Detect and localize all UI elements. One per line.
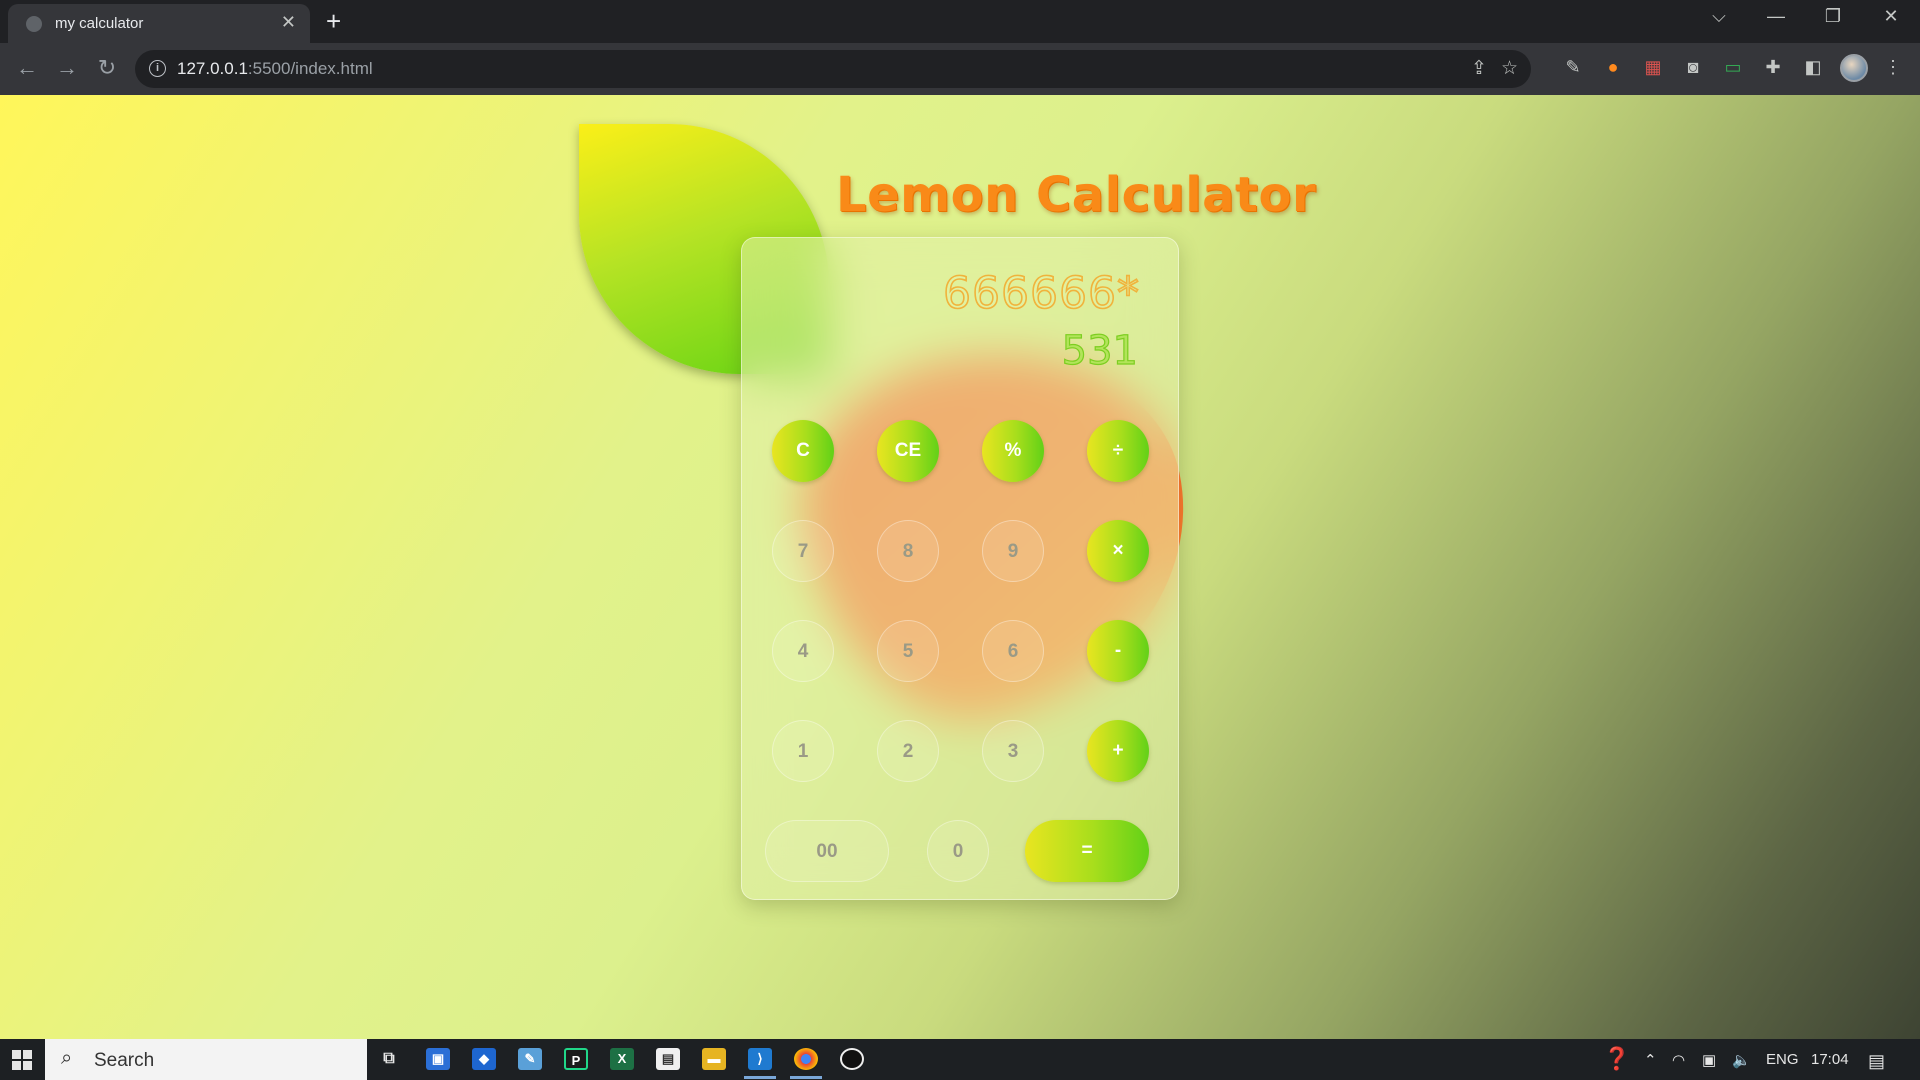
vscode-icon[interactable]: ⟩ [748, 1048, 772, 1070]
digit-5-button[interactable]: 5 [877, 620, 939, 682]
reload-button[interactable]: ↻ [93, 55, 121, 81]
menu-kebab-icon[interactable]: ⋮ [1881, 55, 1905, 79]
tab-strip: my calculator ✕ + ⌵ — ❐ ✕ [0, 0, 1920, 43]
url-host: 127.0.0.1 [177, 59, 248, 78]
search-icon: ⌕ [61, 1047, 73, 1069]
clear-button[interactable]: C [772, 420, 834, 482]
browser-toolbar: ← → ↻ i 127.0.0.1:5500/index.html ⇪ ☆ ✎ … [0, 43, 1920, 95]
language-indicator[interactable]: ENG [1766, 1051, 1799, 1068]
site-info-icon[interactable]: i [149, 60, 166, 77]
camera-extension-icon[interactable]: ◙ [1681, 55, 1705, 79]
new-tab-button[interactable]: + [326, 6, 341, 37]
chrome-icon[interactable] [794, 1048, 818, 1070]
task-view-icon[interactable]: ⧉ [377, 1048, 401, 1070]
multiply-button[interactable]: × [1087, 520, 1149, 582]
digit-1-button[interactable]: 1 [772, 720, 834, 782]
clear-entry-button[interactable]: CE [877, 420, 939, 482]
notepad-icon[interactable]: ▤ [656, 1048, 680, 1070]
digit-0-button[interactable]: 0 [927, 820, 989, 882]
double-zero-button[interactable]: 00 [765, 820, 889, 882]
divide-button[interactable]: ÷ [1087, 420, 1149, 482]
eyedropper-extension-icon[interactable]: ✎ [1561, 55, 1585, 79]
close-tab-icon[interactable]: ✕ [281, 12, 296, 33]
bookmark-star-icon[interactable]: ☆ [1501, 57, 1518, 80]
taskbar-search-box[interactable]: ⌕ Search [45, 1039, 367, 1080]
side-panel-icon[interactable]: ◧ [1801, 55, 1825, 79]
excel-icon[interactable]: X [610, 1048, 634, 1070]
windows-start-icon[interactable] [12, 1050, 32, 1070]
notifications-icon[interactable]: ▤ [1868, 1051, 1885, 1072]
digit-8-button[interactable]: 8 [877, 520, 939, 582]
share-icon[interactable]: ⇪ [1471, 57, 1487, 80]
digit-4-button[interactable]: 4 [772, 620, 834, 682]
extensions-puzzle-icon[interactable]: ✚ [1761, 55, 1785, 79]
network-icon[interactable]: ◠ [1672, 1051, 1685, 1069]
vscode-active-indicator [744, 1076, 776, 1079]
digit-9-button[interactable]: 9 [982, 520, 1044, 582]
browser-tab[interactable]: my calculator ✕ [8, 4, 310, 43]
volume-icon[interactable]: 🔈 [1732, 1051, 1751, 1069]
result-display: 531 [1061, 327, 1139, 374]
taskbar-search-placeholder: Search [94, 1050, 155, 1071]
dropbox-icon[interactable]: ◆ [472, 1048, 496, 1070]
subtract-button[interactable]: - [1087, 620, 1149, 682]
back-button[interactable]: ← [13, 55, 41, 81]
meet-now-icon[interactable]: ▣ [1702, 1051, 1716, 1069]
calendar-extension-icon[interactable]: ▦ [1641, 55, 1665, 79]
url-text[interactable]: 127.0.0.1:5500/index.html [177, 59, 373, 79]
profile-avatar[interactable] [1840, 54, 1868, 82]
clock-time[interactable]: 17:04 [1811, 1051, 1849, 1068]
obs-icon[interactable] [840, 1048, 864, 1070]
close-window-button[interactable]: ✕ [1871, 6, 1911, 27]
page-title: Lemon Calculator [836, 167, 1317, 223]
restore-button[interactable]: ❐ [1813, 6, 1853, 27]
chrome-active-indicator [790, 1076, 822, 1079]
pycharm-icon[interactable]: P [564, 1048, 588, 1070]
calculator-panel: 666666* 531 C CE % ÷ 7 8 9 × 4 5 6 - 1 2… [741, 237, 1179, 900]
page-viewport: Lemon Calculator 666666* 531 C CE % ÷ 7 … [0, 95, 1920, 1039]
equals-button[interactable]: = [1025, 820, 1149, 882]
url-path: :5500/index.html [247, 59, 373, 78]
add-button[interactable]: + [1087, 720, 1149, 782]
microsoft-store-icon[interactable]: ▣ [426, 1048, 450, 1070]
forward-button[interactable]: → [53, 55, 81, 81]
expression-display: 666666* [942, 267, 1140, 320]
tab-search-icon[interactable]: ⌵ [1699, 6, 1739, 27]
digit-3-button[interactable]: 3 [982, 720, 1044, 782]
show-hidden-icons-icon[interactable]: ⌃ [1644, 1051, 1657, 1069]
address-bar[interactable]: i 127.0.0.1:5500/index.html ⇪ ☆ [135, 50, 1531, 88]
digit-7-button[interactable]: 7 [772, 520, 834, 582]
percent-button[interactable]: % [982, 420, 1044, 482]
help-tray-icon[interactable]: ❓ [1603, 1046, 1630, 1072]
taskbar: ⌕ Search ⧉ ▣ ◆ ✎ P X ▤ ▬ ⟩ ❓ ⌃ ◠ ▣ 🔈 ENG… [0, 1039, 1920, 1080]
screen-extension-icon[interactable]: ▭ [1721, 55, 1745, 79]
globe-icon [26, 16, 42, 32]
tab-title: my calculator [55, 15, 144, 32]
digit-6-button[interactable]: 6 [982, 620, 1044, 682]
notes-app-icon[interactable]: ✎ [518, 1048, 542, 1070]
digit-2-button[interactable]: 2 [877, 720, 939, 782]
file-explorer-icon[interactable]: ▬ [702, 1048, 726, 1070]
minimize-button[interactable]: — [1756, 6, 1796, 27]
firefox-extension-icon[interactable]: ● [1601, 55, 1625, 79]
